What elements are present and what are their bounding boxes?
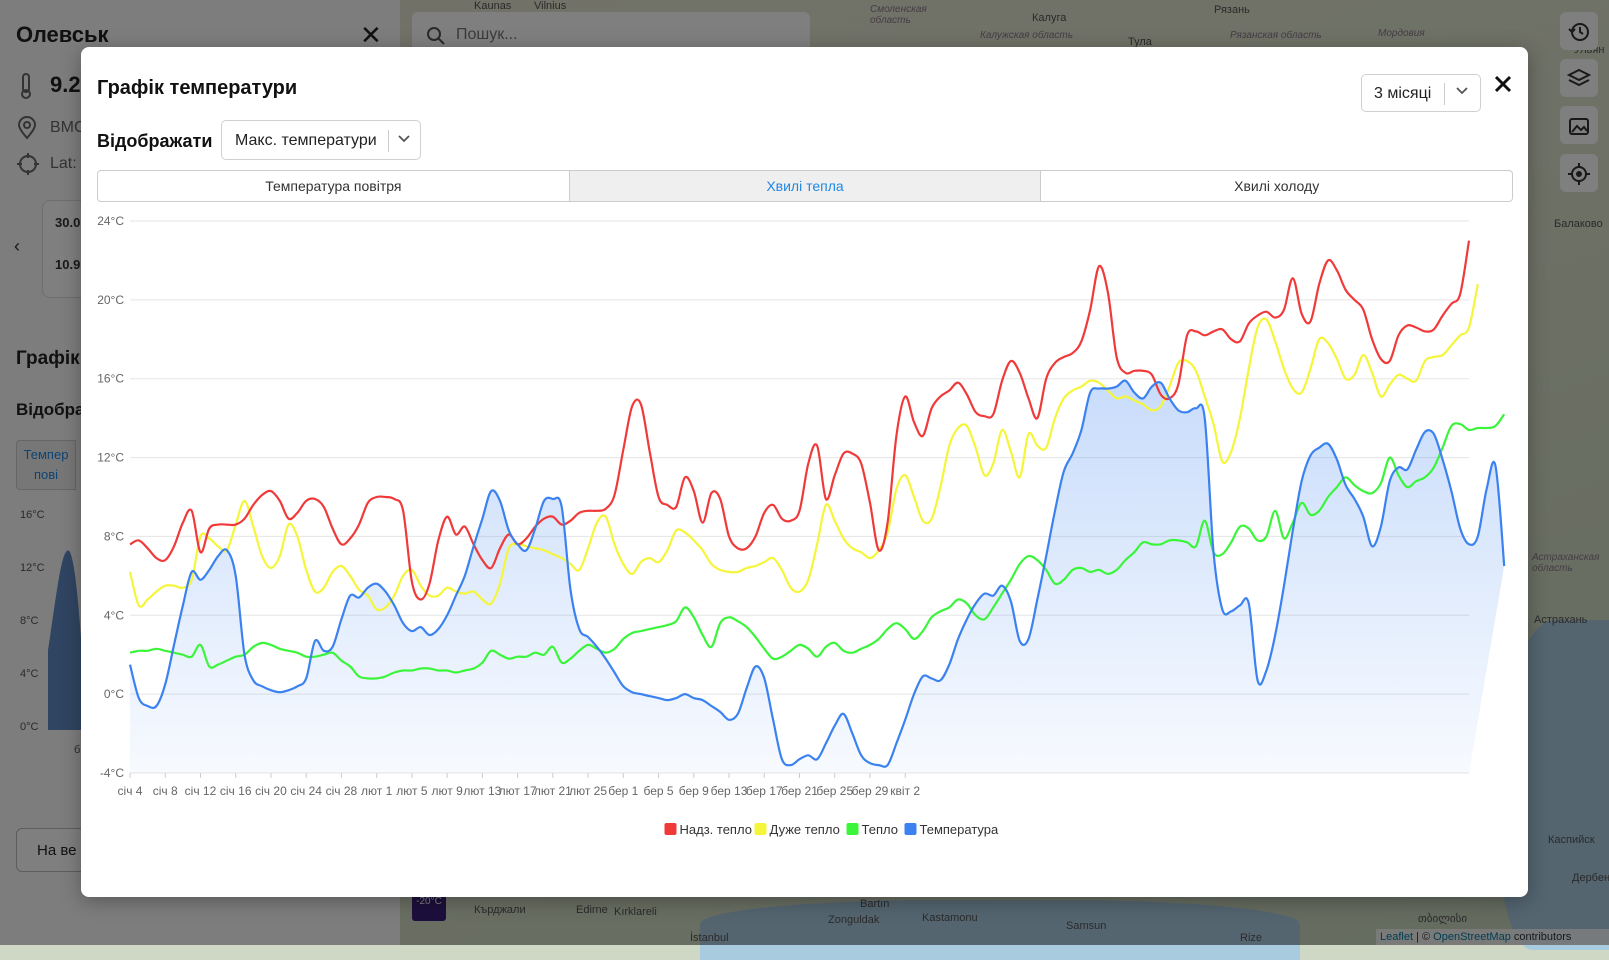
temperature-area	[130, 380, 1505, 773]
x-tick-label: бер 9	[679, 784, 709, 798]
period-select[interactable]: 3 місяці	[1361, 74, 1481, 112]
x-tick-label: бер 1	[608, 784, 638, 798]
x-tick-label: лют 1	[361, 784, 393, 798]
legend-swatch	[846, 823, 859, 835]
extreme-heat-line	[129, 240, 1471, 601]
temperature-chart-modal: Графік температури 3 місяці Відображати …	[81, 47, 1528, 897]
x-tick-label: січ 12	[185, 784, 217, 798]
modal-close-button[interactable]	[1493, 69, 1513, 101]
chart-tabs: Температура повітря Хвилі тепла Хвилі хо…	[97, 170, 1513, 202]
y-tick-label: -4°C	[100, 766, 124, 780]
tab-air-temperature[interactable]: Температура повітря	[98, 171, 570, 201]
x-tick-label: лют 25	[569, 784, 607, 798]
legend-label[interactable]: Температура	[920, 822, 1000, 837]
y-tick-label: 12°C	[97, 451, 124, 465]
close-icon	[1494, 75, 1512, 93]
x-tick-label: січ 8	[153, 784, 178, 798]
x-tick-label: лют 5	[396, 784, 428, 798]
strong-heat-line	[128, 283, 1479, 612]
x-tick-label: бер 29	[852, 784, 889, 798]
tab-cold-waves[interactable]: Хвилі холоду	[1041, 171, 1512, 201]
x-tick-label: бер 5	[644, 784, 674, 798]
tab-heat-waves[interactable]: Хвилі тепла	[569, 171, 1042, 201]
legend-label[interactable]: Надз. тепло	[680, 822, 752, 837]
x-tick-label: січ 28	[326, 784, 358, 798]
x-tick-label: лют 17	[499, 784, 537, 798]
y-tick-label: 0°C	[104, 687, 124, 701]
select-separator	[1444, 83, 1445, 105]
y-tick-label: 4°C	[104, 608, 124, 622]
legend-swatch	[754, 823, 767, 835]
select-separator	[388, 130, 389, 152]
legend-label[interactable]: Дуже тепло	[770, 822, 840, 837]
x-tick-label: бер 17	[746, 784, 783, 798]
legend-label[interactable]: Тепло	[862, 822, 898, 837]
metric-select[interactable]: Макс. температури	[221, 120, 421, 160]
x-tick-label: січ 4	[118, 784, 143, 798]
y-tick-label: 24°C	[97, 214, 124, 228]
chevron-down-icon	[396, 130, 412, 151]
y-tick-label: 8°C	[104, 529, 124, 543]
x-tick-label: бер 25	[816, 784, 853, 798]
x-tick-label: квіт 2	[890, 784, 920, 798]
legend-swatch	[904, 823, 917, 835]
chevron-down-icon	[1454, 82, 1470, 103]
metric-value: Макс. температури	[235, 132, 377, 149]
x-tick-label: січ 24	[290, 784, 322, 798]
temperature-chart: -4°C 0°C 4°C 8°C 12°C 16°C 20°C 24°C січ 4 січ 8…	[97, 214, 1506, 837]
x-tick-label: бер 21	[781, 784, 818, 798]
x-tick-label: лют 13	[463, 784, 501, 798]
modal-title: Графік температури	[97, 77, 298, 99]
x-tick-label: січ 20	[255, 784, 287, 798]
display-label: Відображати	[97, 131, 213, 151]
x-tick-label: січ 16	[220, 784, 252, 798]
x-tick-label: бер 13	[711, 784, 748, 798]
x-tick-label: лют 21	[534, 784, 572, 798]
y-tick-label: 20°C	[97, 293, 124, 307]
y-tick-label: 16°C	[97, 372, 124, 386]
x-tick-label: лют 9	[432, 784, 464, 798]
period-value: 3 місяці	[1374, 85, 1432, 102]
legend-swatch	[664, 823, 677, 835]
